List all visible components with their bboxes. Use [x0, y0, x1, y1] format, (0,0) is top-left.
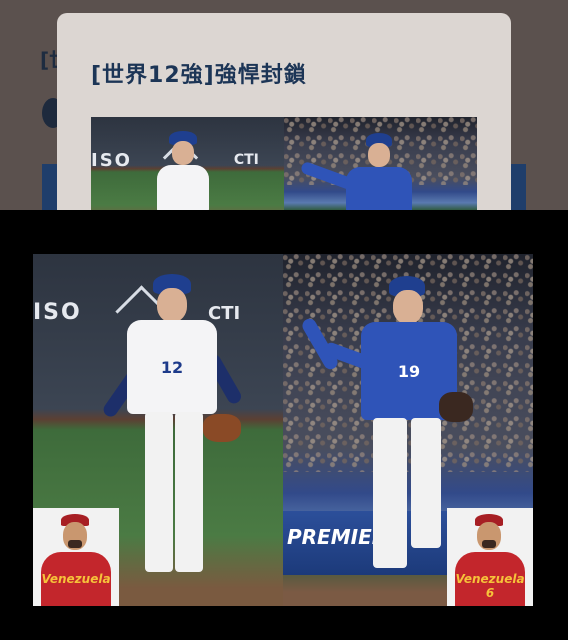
- photo-left-half: ISO CTI 12 Venezuela: [33, 254, 283, 606]
- baseball-glove: [203, 414, 241, 442]
- inset-photo-right: Venezuela 6: [447, 508, 533, 606]
- thumbnail-sponsor-text-2: CTI: [233, 152, 259, 169]
- background-button-left: [42, 164, 58, 210]
- photo-right-half: PREMIER 19 Venezuela 6: [283, 254, 533, 606]
- article-title: [世界12強]強悍封鎖: [91, 63, 307, 88]
- sponsor-text: ISO: [33, 299, 82, 325]
- thumbnail-sponsor-text: ISO: [91, 150, 132, 171]
- article-card-modal[interactable]: [世界12強]強悍封鎖 ISO CTI: [57, 13, 511, 233]
- sponsor-text-2: CTI: [208, 303, 241, 325]
- baseball-glove-right: [439, 392, 473, 422]
- jersey-number-left: 12: [127, 320, 217, 414]
- inset-jersey-text: Venezuela: [41, 552, 111, 606]
- inset-photo-left: Venezuela: [33, 508, 119, 606]
- inset-jersey-text-right: Venezuela 6: [455, 552, 525, 606]
- background-button-right: [510, 164, 526, 210]
- photo-viewer[interactable]: ISO CTI 12 Venezuela PREMIER 19 Venezuel…: [0, 210, 568, 640]
- full-photo: ISO CTI 12 Venezuela PREMIER 19 Venezuel…: [33, 254, 533, 606]
